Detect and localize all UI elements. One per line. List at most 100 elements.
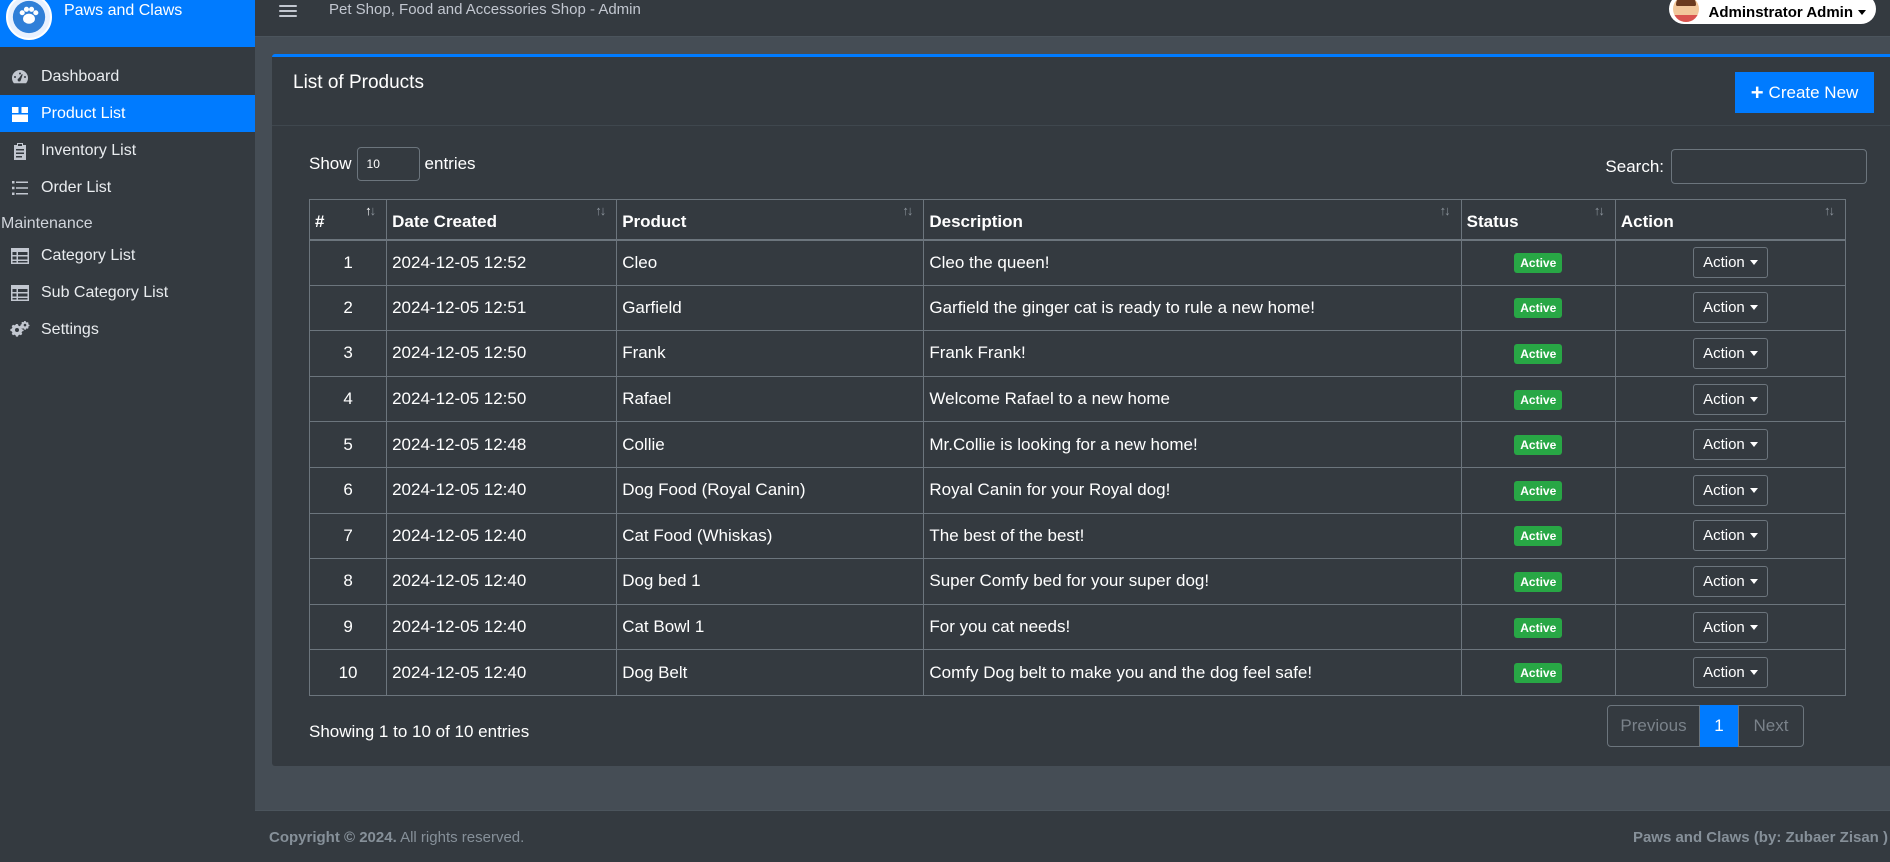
row-product: Cat Food (Whiskas) — [616, 512, 925, 560]
action-dropdown-button[interactable]: Action — [1692, 520, 1768, 552]
row-action: Action — [1614, 330, 1847, 377]
sidebar: Paws and Claws Dashboard Product List In… — [0, 0, 255, 862]
column-header-description[interactable]: Description ↑↓ — [923, 199, 1462, 241]
sidebar-item-product-list[interactable]: Product List — [0, 95, 255, 132]
next-page-button[interactable]: Next — [1738, 705, 1804, 747]
row-number: 1 — [308, 239, 388, 286]
products-table: # ↑↓ Date Created ↑↓ Product ↑↓ Descript… — [308, 199, 1847, 696]
row-action: Action — [1614, 512, 1847, 560]
footer: Copyright © 2024. All rights reserved. P… — [255, 810, 1890, 862]
row-product: Garfield — [616, 284, 925, 332]
sidebar-item-order-list[interactable]: Order List — [0, 169, 255, 206]
table-row: 10 2024-12-05 12:40 Dog Belt Comfy Dog belt… — [308, 649, 1847, 696]
sidebar-item-label: Order List — [41, 178, 112, 196]
action-dropdown-button[interactable]: Action — [1692, 337, 1768, 369]
brand-name: Paws and Claws — [64, 2, 183, 19]
action-dropdown-button[interactable]: Action — [1692, 292, 1768, 324]
show-label: Show — [309, 154, 352, 173]
credit-text: Paws and Claws (by: Zubaer Zisan ) — [1632, 829, 1888, 846]
sort-icon: ↑↓ — [902, 203, 913, 218]
previous-page-button[interactable]: Previous — [1607, 705, 1700, 747]
table-search: Search: — [1605, 149, 1867, 184]
row-status: Active — [1460, 512, 1616, 560]
row-description: Super Comfy bed for your super dog! — [923, 558, 1462, 605]
brand-link[interactable]: Paws and Claws — [0, 0, 255, 47]
table-row: 1 2024-12-05 12:52 Cleo Cleo the queen! Acti… — [308, 239, 1847, 286]
sort-icon: ↑↓ — [1439, 203, 1451, 218]
row-action: Action — [1614, 421, 1847, 468]
column-header-status[interactable]: Status ↑↓ — [1460, 199, 1616, 241]
sidebar-item-sub-category-list[interactable]: Sub Category List — [0, 274, 255, 311]
user-name: Adminstrator Admin — [1708, 3, 1853, 21]
row-date-created: 2024-12-05 12:50 — [386, 375, 618, 423]
row-action: Action — [1614, 466, 1847, 514]
action-dropdown-button[interactable]: Action — [1692, 429, 1768, 461]
status-badge: Active — [1514, 480, 1563, 501]
list-icon — [8, 178, 32, 198]
sidebar-item-inventory-list[interactable]: Inventory List — [0, 132, 255, 169]
row-number: 6 — [308, 466, 388, 514]
status-badge: Active — [1514, 253, 1563, 274]
row-status: Active — [1460, 466, 1616, 514]
user-menu-button[interactable]: Adminstrator Admin — [1668, 0, 1876, 24]
entries-select-value: 10 — [366, 157, 380, 171]
create-new-button[interactable]: + Create New — [1735, 72, 1874, 113]
row-date-created: 2024-12-05 12:40 — [386, 603, 618, 651]
row-description: Garfield the ginger cat is ready to rule… — [923, 284, 1462, 332]
status-badge: Active — [1514, 617, 1563, 638]
table-row: 7 2024-12-05 12:40 Cat Food (Whiskas) The b… — [308, 512, 1847, 560]
table-row: 4 2024-12-05 12:50 Rafael Welcome Rafael to… — [308, 375, 1847, 423]
column-header-product[interactable]: Product ↑↓ — [616, 199, 925, 241]
row-date-created: 2024-12-05 12:52 — [386, 239, 618, 286]
paw-logo-icon — [6, 0, 52, 40]
sidebar-item-label: Sub Category List — [41, 283, 169, 301]
action-dropdown-button[interactable]: Action — [1692, 657, 1768, 689]
page-1-button[interactable]: 1 — [1700, 705, 1738, 747]
rights-text: All rights reserved. — [400, 829, 525, 846]
row-product: Dog Belt — [616, 649, 925, 696]
products-card: List of Products + Create New Show 10 en… — [272, 54, 1890, 766]
table-header-row: # ↑↓ Date Created ↑↓ Product ↑↓ Descript… — [308, 199, 1847, 241]
row-number: 4 — [308, 375, 388, 423]
row-number: 7 — [308, 512, 388, 560]
row-status: Active — [1460, 239, 1616, 286]
card-header: List of Products + Create New — [272, 57, 1890, 126]
sidebar-item-label: Product List — [41, 104, 126, 122]
row-description: Cleo the queen! — [923, 239, 1462, 286]
action-label: Action — [1703, 390, 1745, 408]
row-number: 9 — [308, 603, 388, 651]
action-label: Action — [1703, 436, 1745, 454]
row-number: 3 — [308, 330, 388, 377]
row-date-created: 2024-12-05 12:40 — [386, 466, 618, 514]
sidebar-item-category-list[interactable]: Category List — [0, 237, 255, 274]
action-dropdown-button[interactable]: Action — [1692, 565, 1768, 597]
sort-icon: ↑↓ — [1593, 203, 1605, 218]
row-status: Active — [1460, 649, 1616, 696]
menu-toggle-icon[interactable] — [279, 2, 297, 20]
copyright-text: Copyright © 2024. All rights reserved. — [269, 829, 524, 846]
row-description: For you cat needs! — [923, 603, 1462, 651]
column-header-action[interactable]: Action ↑↓ — [1614, 199, 1847, 241]
sort-icon: ↑↓ — [365, 203, 376, 218]
row-date-created: 2024-12-05 12:51 — [386, 284, 618, 332]
caret-down-icon — [1858, 9, 1866, 15]
caret-down-icon — [1749, 624, 1758, 630]
row-date-created: 2024-12-05 12:40 — [386, 558, 618, 605]
search-input[interactable] — [1671, 149, 1867, 184]
column-header-number[interactable]: # ↑↓ — [308, 199, 388, 241]
caret-down-icon — [1749, 578, 1758, 584]
sidebar-item-dashboard[interactable]: Dashboard — [0, 58, 255, 95]
action-dropdown-button[interactable]: Action — [1692, 611, 1768, 643]
action-dropdown-button[interactable]: Action — [1692, 383, 1768, 415]
action-dropdown-button[interactable]: Action — [1692, 247, 1768, 279]
row-description: Royal Canin for your Royal dog! — [923, 466, 1462, 514]
row-product: Rafael — [616, 375, 925, 423]
caret-down-icon — [1749, 487, 1758, 493]
page-title: List of Products — [293, 72, 424, 93]
entries-select[interactable]: 10 — [356, 147, 420, 181]
sidebar-item-settings[interactable]: Settings — [0, 311, 255, 348]
row-status: Active — [1460, 603, 1616, 651]
column-header-date-created[interactable]: Date Created ↑↓ — [386, 199, 618, 241]
action-dropdown-button[interactable]: Action — [1692, 474, 1768, 506]
action-label: Action — [1703, 572, 1745, 590]
